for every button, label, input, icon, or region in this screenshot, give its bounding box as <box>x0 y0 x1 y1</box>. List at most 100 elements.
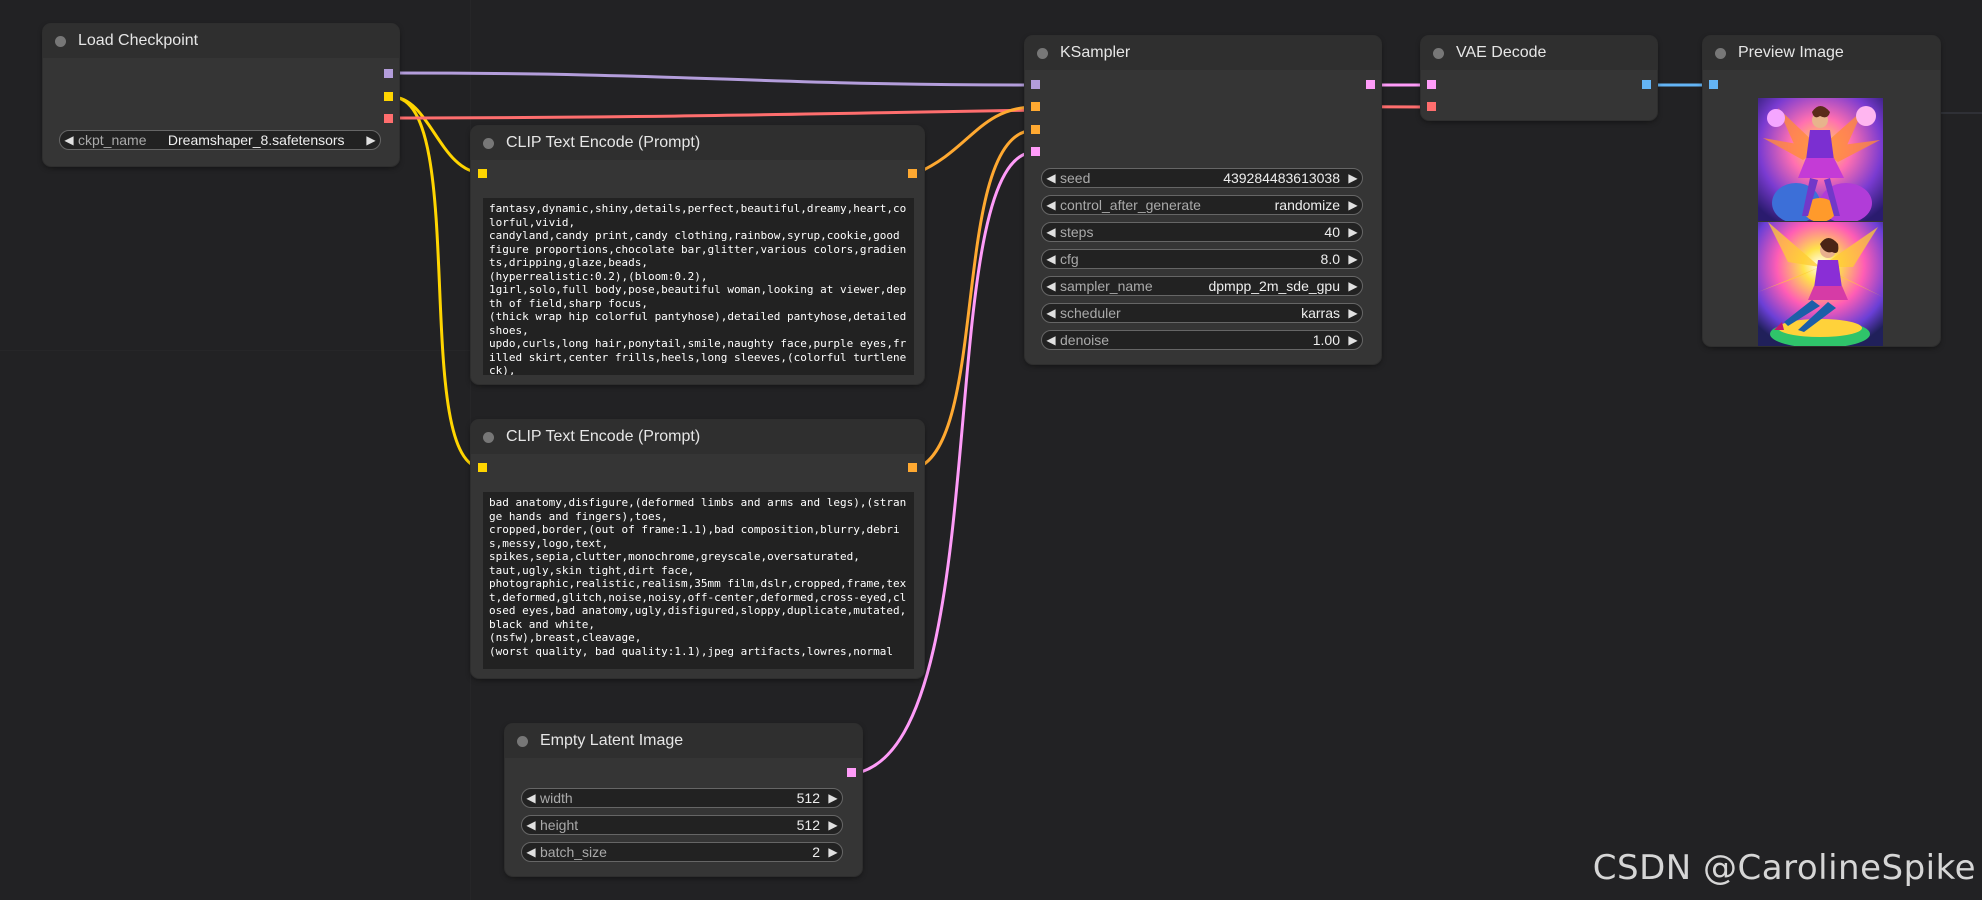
node-title: Empty Latent Image <box>540 732 684 749</box>
node-title: Preview Image <box>1738 44 1844 61</box>
collapse-dot-icon[interactable] <box>1037 47 1048 59</box>
decrement-arrow-icon[interactable]: ◀ <box>1042 252 1060 266</box>
vae-output-port[interactable] <box>384 114 393 123</box>
seed-widget[interactable]: ◀ seed 439284483613038 ▶ <box>1041 168 1363 188</box>
latent-output-port[interactable] <box>1366 80 1375 89</box>
node-title-bar[interactable]: KSampler <box>1025 36 1381 70</box>
height-widget[interactable]: ◀ height 512 ▶ <box>521 815 843 835</box>
images-input-port[interactable] <box>1709 80 1718 89</box>
model-input-port[interactable] <box>1031 80 1040 89</box>
decrement-arrow-icon[interactable]: ◀ <box>522 791 540 805</box>
decrement-arrow-icon[interactable]: ◀ <box>1042 198 1060 212</box>
samples-input-port[interactable] <box>1427 80 1436 89</box>
widget-value: 512 <box>796 790 820 806</box>
increment-arrow-icon[interactable]: ▶ <box>362 133 380 147</box>
decrement-arrow-icon[interactable]: ◀ <box>1042 171 1060 185</box>
widget-label: seed <box>1060 170 1091 186</box>
watermark: CSDN @CarolineSpike <box>1592 848 1976 888</box>
negative-conditioning-link <box>916 128 1036 470</box>
width-widget[interactable]: ◀ width 512 ▶ <box>521 788 843 808</box>
increment-arrow-icon[interactable]: ▶ <box>1344 171 1362 185</box>
widget-label: denoise <box>1060 332 1110 348</box>
latent-output-port[interactable] <box>847 768 856 777</box>
scheduler-widget[interactable]: ◀ scheduler karras ▶ <box>1041 303 1363 323</box>
sampler-name-widget[interactable]: ◀ sampler_name dpmpp_2m_sde_gpu ▶ <box>1041 276 1363 296</box>
positive-input-port[interactable] <box>1031 102 1040 111</box>
node-title: Load Checkpoint <box>78 32 199 49</box>
collapse-dot-icon[interactable] <box>517 735 528 747</box>
clip-input-port[interactable] <box>478 169 487 178</box>
widget-value: 2 <box>812 844 820 860</box>
node-title-bar[interactable]: VAE Decode <box>1421 36 1657 70</box>
node-title-bar[interactable]: CLIP Text Encode (Prompt) <box>471 420 924 454</box>
clip-text-encode-positive-node[interactable]: CLIP Text Encode (Prompt) fantasy,dynami… <box>471 126 924 384</box>
prompt-textarea[interactable]: fantasy,dynamic,shiny,details,perfect,be… <box>483 198 914 375</box>
prompt-textarea[interactable]: bad anatomy,disfigure,(deformed limbs an… <box>483 492 914 669</box>
node-title-bar[interactable]: Load Checkpoint <box>43 24 399 58</box>
increment-arrow-icon[interactable]: ▶ <box>824 791 842 805</box>
conditioning-output-port[interactable] <box>908 169 917 178</box>
image-artwork <box>1758 98 1883 221</box>
ksampler-node[interactable]: KSampler ◀ seed 439284483613038 ▶ ◀ cont… <box>1025 36 1381 364</box>
increment-arrow-icon[interactable]: ▶ <box>1344 198 1362 212</box>
node-title: CLIP Text Encode (Prompt) <box>506 428 701 445</box>
vae-decode-node[interactable]: VAE Decode <box>1421 36 1657 120</box>
widget-label: height <box>540 817 579 833</box>
increment-arrow-icon[interactable]: ▶ <box>1344 279 1362 293</box>
collapse-dot-icon[interactable] <box>483 431 494 443</box>
decrement-arrow-icon[interactable]: ◀ <box>1042 225 1060 239</box>
increment-arrow-icon[interactable]: ▶ <box>1344 252 1362 266</box>
widget-label: width <box>540 790 573 806</box>
positive-conditioning-link <box>916 105 1036 175</box>
decrement-arrow-icon[interactable]: ◀ <box>522 845 540 859</box>
node-title-bar[interactable]: Preview Image <box>1703 36 1940 70</box>
load-checkpoint-node[interactable]: Load Checkpoint ◀ ckpt_name Dreamshaper_… <box>43 24 399 166</box>
increment-arrow-icon[interactable]: ▶ <box>824 818 842 832</box>
widget-label: scheduler <box>1060 305 1121 321</box>
widget-value: 439284483613038 <box>1223 170 1340 186</box>
batch-size-widget[interactable]: ◀ batch_size 2 ▶ <box>521 842 843 862</box>
collapse-dot-icon[interactable] <box>1433 47 1444 59</box>
conditioning-output-port[interactable] <box>908 463 917 472</box>
clip-input-port[interactable] <box>478 463 487 472</box>
increment-arrow-icon[interactable]: ▶ <box>824 845 842 859</box>
model-output-port[interactable] <box>384 69 393 78</box>
collapse-dot-icon[interactable] <box>483 137 494 149</box>
preview-image-node[interactable]: Preview Image <box>1703 36 1940 346</box>
collapse-dot-icon[interactable] <box>55 35 66 47</box>
node-title-bar[interactable]: Empty Latent Image <box>505 724 862 758</box>
generated-image-2[interactable] <box>1758 222 1883 346</box>
steps-widget[interactable]: ◀ steps 40 ▶ <box>1041 222 1363 242</box>
decrement-arrow-icon[interactable]: ◀ <box>1042 306 1060 320</box>
denoise-widget[interactable]: ◀ denoise 1.00 ▶ <box>1041 330 1363 350</box>
decrement-arrow-icon[interactable]: ◀ <box>60 133 78 147</box>
widget-label: batch_size <box>540 844 607 860</box>
clip-text-encode-negative-node[interactable]: CLIP Text Encode (Prompt) bad anatomy,di… <box>471 420 924 678</box>
generated-image-1[interactable] <box>1758 98 1883 221</box>
decrement-arrow-icon[interactable]: ◀ <box>1042 333 1060 347</box>
vae-input-port[interactable] <box>1427 102 1436 111</box>
latent-image-input-port[interactable] <box>1031 147 1040 156</box>
ckpt-name-combo[interactable]: ◀ ckpt_name Dreamshaper_8.safetensors ▶ <box>59 130 381 150</box>
widget-value: 1.00 <box>1312 332 1340 348</box>
increment-arrow-icon[interactable]: ▶ <box>1344 225 1362 239</box>
node-title: CLIP Text Encode (Prompt) <box>506 134 701 151</box>
widget-value: 40 <box>1324 224 1340 240</box>
collapse-dot-icon[interactable] <box>1715 47 1726 59</box>
image-output-port[interactable] <box>1642 80 1651 89</box>
widget-value: karras <box>1301 305 1340 321</box>
empty-latent-image-node[interactable]: Empty Latent Image ◀ width 512 ▶ ◀ heigh… <box>505 724 862 876</box>
increment-arrow-icon[interactable]: ▶ <box>1344 333 1362 347</box>
node-title-bar[interactable]: CLIP Text Encode (Prompt) <box>471 126 924 160</box>
widget-value: randomize <box>1274 197 1340 213</box>
node-title: VAE Decode <box>1456 44 1547 61</box>
control-after-generate-widget[interactable]: ◀ control_after_generate randomize ▶ <box>1041 195 1363 215</box>
negative-input-port[interactable] <box>1031 125 1040 134</box>
widget-value: 8.0 <box>1320 251 1340 267</box>
decrement-arrow-icon[interactable]: ◀ <box>522 818 540 832</box>
cfg-widget[interactable]: ◀ cfg 8.0 ▶ <box>1041 249 1363 269</box>
clip-output-port[interactable] <box>384 92 393 101</box>
decrement-arrow-icon[interactable]: ◀ <box>1042 279 1060 293</box>
increment-arrow-icon[interactable]: ▶ <box>1344 306 1362 320</box>
widget-label: control_after_generate <box>1060 197 1201 213</box>
